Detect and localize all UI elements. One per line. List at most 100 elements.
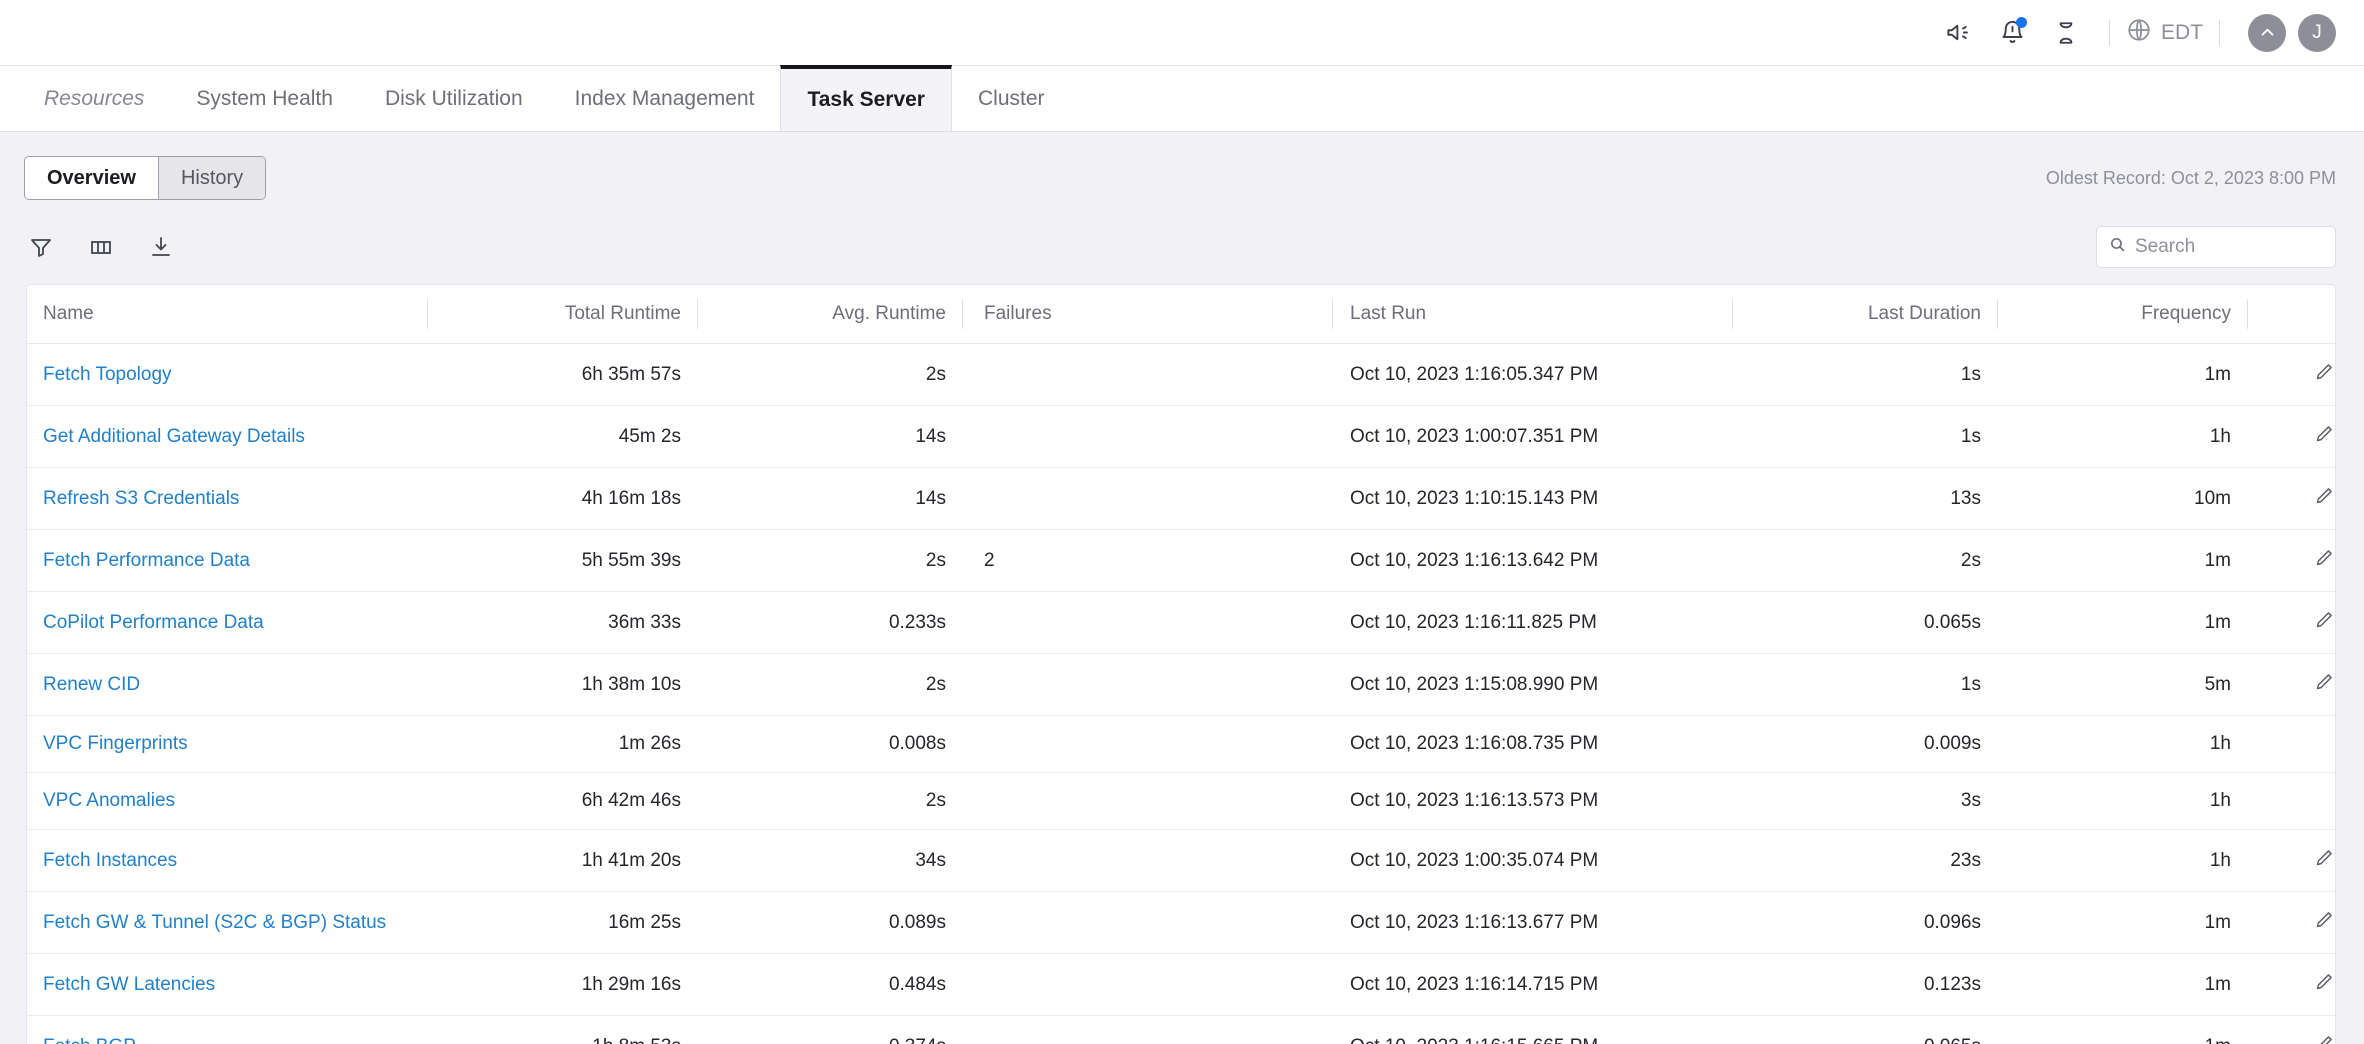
edit-pencil-icon[interactable] <box>2314 909 2335 930</box>
column-header-failures[interactable]: Failures <box>962 285 1332 344</box>
column-header-total-runtime[interactable]: Total Runtime <box>427 285 697 344</box>
task-name-link[interactable]: Fetch GW Latencies <box>43 974 215 995</box>
cell-last-run: Oct 10, 2023 1:16:11.825 PM <box>1332 592 1732 654</box>
cell-total-runtime: 6h 35m 57s <box>427 344 697 406</box>
timezone-selector[interactable]: EDT <box>2126 17 2203 49</box>
notification-badge-dot <box>2016 17 2027 28</box>
search-box[interactable] <box>2096 226 2336 268</box>
cell-frequency: 1m <box>1997 344 2247 406</box>
column-header-frequency[interactable]: Frequency <box>1997 285 2247 344</box>
right-gutter <box>2348 270 2364 1044</box>
notifications-icon[interactable] <box>1985 10 2039 56</box>
task-name-link[interactable]: Refresh S3 Credentials <box>43 488 239 509</box>
tab-cluster[interactable]: Cluster <box>952 66 1071 131</box>
edit-pencil-icon[interactable] <box>2314 671 2335 692</box>
download-icon[interactable] <box>146 232 176 262</box>
table-row[interactable]: Fetch Performance Data5h 55m 39s2s2Oct 1… <box>27 530 2336 592</box>
column-header-avg-runtime[interactable]: Avg. Runtime <box>697 285 962 344</box>
tab-disk-utilization[interactable]: Disk Utilization <box>359 66 549 131</box>
task-name-link[interactable]: Fetch Instances <box>43 850 177 871</box>
columns-icon[interactable] <box>86 232 116 262</box>
search-input[interactable] <box>2135 236 2323 258</box>
edit-pencil-icon[interactable] <box>2314 609 2335 630</box>
cell-last-run: Oct 10, 2023 1:16:08.735 PM <box>1332 716 1732 773</box>
table-row[interactable]: Fetch Instances1h 41m 20s34sOct 10, 2023… <box>27 830 2336 892</box>
table-row[interactable]: CoPilot Performance Data36m 33s0.233sOct… <box>27 592 2336 654</box>
edit-pencil-icon[interactable] <box>2314 1033 2335 1044</box>
cell-name: Fetch Performance Data <box>27 530 427 592</box>
cell-failures <box>962 954 1332 1016</box>
table-row[interactable]: Renew CID1h 38m 10s2sOct 10, 2023 1:15:0… <box>27 654 2336 716</box>
column-header-name[interactable]: Name <box>27 285 427 344</box>
edit-pencil-icon[interactable] <box>2314 847 2335 868</box>
task-name-link[interactable]: Fetch GW & Tunnel (S2C & BGP) Status <box>43 912 386 933</box>
divider <box>2219 20 2220 46</box>
cell-name: CoPilot Performance Data <box>27 592 427 654</box>
task-name-link[interactable]: Fetch Performance Data <box>43 550 250 571</box>
cell-total-runtime: 4h 16m 18s <box>427 468 697 530</box>
table-row[interactable]: Fetch Topology6h 35m 57s2sOct 10, 2023 1… <box>27 344 2336 406</box>
table-header: Name Total Runtime Avg. Runtime Failures… <box>27 285 2336 344</box>
cell-avg-runtime: 2s <box>697 654 962 716</box>
tab-task-server[interactable]: Task Server <box>780 65 952 131</box>
hourglass-icon[interactable] <box>2039 10 2093 56</box>
toolbar-icon-group <box>26 232 176 262</box>
table-row[interactable]: VPC Anomalies6h 42m 46s2sOct 10, 2023 1:… <box>27 773 2336 830</box>
task-name-link[interactable]: Fetch BGP <box>43 1036 136 1044</box>
cell-failures <box>962 892 1332 954</box>
filter-icon[interactable] <box>26 232 56 262</box>
top-bar: EDT J <box>0 0 2364 66</box>
table-row[interactable]: Fetch GW & Tunnel (S2C & BGP) Status16m … <box>27 892 2336 954</box>
cell-frequency: 1h <box>1997 716 2247 773</box>
cell-name: Fetch GW & Tunnel (S2C & BGP) Status <box>27 892 427 954</box>
task-name-link[interactable]: CoPilot Performance Data <box>43 612 264 633</box>
cell-name: Refresh S3 Credentials <box>27 468 427 530</box>
table-row[interactable]: VPC Fingerprints1m 26s0.008sOct 10, 2023… <box>27 716 2336 773</box>
cell-avg-runtime: 0.089s <box>697 892 962 954</box>
table-header-row: Name Total Runtime Avg. Runtime Failures… <box>27 285 2336 344</box>
main-nav-tabs: Resources System Health Disk Utilization… <box>0 66 2364 132</box>
task-name-link[interactable]: VPC Anomalies <box>43 790 175 811</box>
cell-last-run: Oct 10, 2023 1:10:15.143 PM <box>1332 468 1732 530</box>
cell-actions <box>2247 654 2336 716</box>
table-row[interactable]: Get Additional Gateway Details45m 2s14sO… <box>27 406 2336 468</box>
tab-system-health[interactable]: System Health <box>170 66 359 131</box>
announcement-icon[interactable] <box>1931 10 1985 56</box>
segment-overview[interactable]: Overview <box>25 157 158 199</box>
cell-last-run: Oct 10, 2023 1:16:14.715 PM <box>1332 954 1732 1016</box>
cell-actions <box>2247 716 2336 773</box>
cell-actions <box>2247 592 2336 654</box>
task-name-link[interactable]: Renew CID <box>43 674 140 695</box>
tab-resources[interactable]: Resources <box>18 66 170 131</box>
user-avatar[interactable]: J <box>2298 14 2336 52</box>
edit-pencil-icon[interactable] <box>2314 547 2335 568</box>
collapse-chevron-avatar[interactable] <box>2248 14 2286 52</box>
task-name-link[interactable]: Fetch Topology <box>43 364 172 385</box>
cell-avg-runtime: 34s <box>697 830 962 892</box>
search-icon <box>2109 236 2126 258</box>
tab-index-management[interactable]: Index Management <box>549 66 781 131</box>
cell-avg-runtime: 0.233s <box>697 592 962 654</box>
edit-pencil-icon[interactable] <box>2314 485 2335 506</box>
column-header-last-run[interactable]: Last Run <box>1332 285 1732 344</box>
cell-actions <box>2247 773 2336 830</box>
cell-avg-runtime: 14s <box>697 406 962 468</box>
table-row[interactable]: Fetch BGP1h 8m 53s0.374sOct 10, 2023 1:1… <box>27 1016 2336 1044</box>
edit-pencil-icon[interactable] <box>2314 423 2335 444</box>
cell-frequency: 1h <box>1997 406 2247 468</box>
cell-name: Get Additional Gateway Details <box>27 406 427 468</box>
cell-name: Fetch GW Latencies <box>27 954 427 1016</box>
edit-pencil-icon[interactable] <box>2314 971 2335 992</box>
edit-pencil-icon[interactable] <box>2314 361 2335 382</box>
cell-actions <box>2247 344 2336 406</box>
task-name-link[interactable]: VPC Fingerprints <box>43 733 188 754</box>
cell-last-duration: 3s <box>1732 773 1997 830</box>
segment-history[interactable]: History <box>158 157 265 199</box>
cell-total-runtime: 5h 55m 39s <box>427 530 697 592</box>
table-row[interactable]: Refresh S3 Credentials4h 16m 18s14sOct 1… <box>27 468 2336 530</box>
column-header-last-duration[interactable]: Last Duration <box>1732 285 1997 344</box>
cell-actions <box>2247 892 2336 954</box>
table-row[interactable]: Fetch GW Latencies1h 29m 16s0.484sOct 10… <box>27 954 2336 1016</box>
task-name-link[interactable]: Get Additional Gateway Details <box>43 426 305 447</box>
cell-actions <box>2247 1016 2336 1044</box>
